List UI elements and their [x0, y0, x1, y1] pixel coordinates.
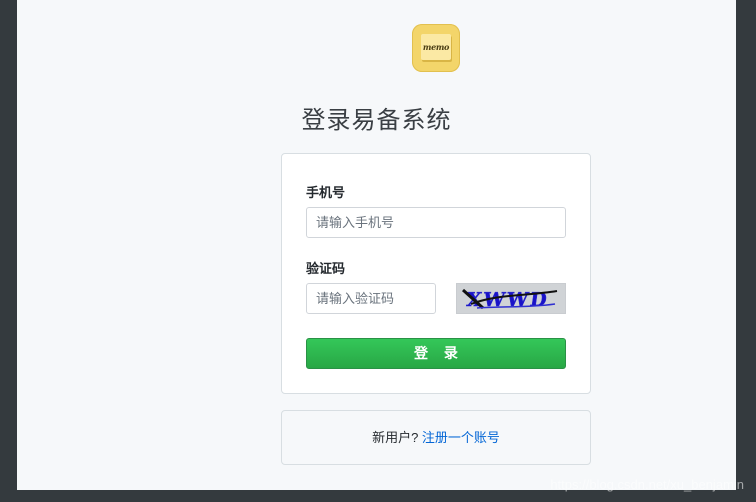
captcha-graphic: XWWD [457, 284, 565, 313]
memo-logo-icon: memo [412, 24, 460, 72]
phone-input[interactable] [306, 207, 566, 238]
captcha-image[interactable]: XWWD [456, 283, 566, 314]
signup-link[interactable]: 注册一个账号 [422, 430, 500, 445]
login-form: 手机号 验证码 XWWD 登 录 [281, 153, 591, 394]
captcha-label: 验证码 [306, 261, 346, 276]
login-page: memo 登录易备系统 手机号 验证码 XWWD 登 录 新用户? 注册一个账号 [17, 0, 736, 490]
watermark: https://blog.csdn.net/xu_benjamin [550, 477, 744, 492]
signup-prompt: 新用户? [372, 430, 422, 445]
login-button[interactable]: 登 录 [306, 338, 566, 369]
signup-box: 新用户? 注册一个账号 [281, 410, 591, 465]
phone-label: 手机号 [306, 185, 346, 200]
captcha-input[interactable] [306, 283, 436, 314]
memo-note: memo [421, 34, 451, 60]
page-title: 登录易备系统 [301, 107, 452, 134]
